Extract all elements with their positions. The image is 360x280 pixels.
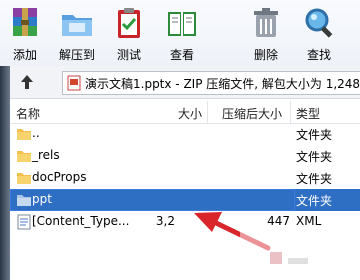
file-type: 文件夹 xyxy=(296,172,333,186)
file-name: _rels xyxy=(32,148,60,162)
watermark-logo xyxy=(240,230,360,280)
file-packed-size: 447 xyxy=(267,214,290,228)
up-arrow-icon[interactable] xyxy=(18,73,36,91)
archive-add-icon xyxy=(13,8,37,36)
view-button-label: 查看 xyxy=(169,48,194,62)
file-row[interactable]: _rels 文件夹 xyxy=(10,145,360,167)
book-view-icon xyxy=(168,12,196,36)
extract-to-button[interactable]: 解压到 xyxy=(52,2,102,64)
delete-button[interactable]: 删除 xyxy=(241,2,291,64)
toolbar: 添加 解压到 测试 查看 删除 查找 xyxy=(0,0,360,67)
file-name: docProps xyxy=(32,170,87,184)
folder-icon xyxy=(17,129,31,140)
view-button[interactable]: 查看 xyxy=(157,2,207,64)
archive-path-text: 演示文稿1.pptx - ZIP 压缩文件, 解包大小为 1,248, xyxy=(85,77,360,91)
file-type: 文件夹 xyxy=(296,128,333,142)
column-header-packed-size[interactable]: 压缩后大小 xyxy=(222,105,282,122)
folder-extract-icon xyxy=(62,15,92,36)
column-separator[interactable] xyxy=(290,101,291,123)
clipboard-test-icon xyxy=(118,8,140,38)
address-bar: 演示文稿1.pptx - ZIP 压缩文件, 解包大小为 1,248, xyxy=(10,66,360,99)
test-button[interactable]: 测试 xyxy=(104,2,154,64)
background-window-edge xyxy=(0,66,10,280)
file-type: 文件夹 xyxy=(296,194,333,208)
extract-to-button-label: 解压到 xyxy=(58,48,95,62)
add-button[interactable]: 添加 xyxy=(0,2,50,64)
file-name: [Content_Type... xyxy=(32,214,130,228)
magnifier-find-icon xyxy=(305,8,333,38)
file-name: .. xyxy=(32,126,40,140)
selection-focus-outline xyxy=(10,189,295,211)
xml-file-icon xyxy=(17,214,31,230)
folder-icon xyxy=(17,151,31,162)
column-header-size[interactable]: 大小 xyxy=(178,105,202,122)
add-button-label: 添加 xyxy=(12,48,37,62)
file-row[interactable]: .. 文件夹 xyxy=(10,123,360,145)
delete-button-label: 删除 xyxy=(253,48,278,62)
file-size: 3,2 xyxy=(155,214,175,228)
file-type: XML xyxy=(296,214,322,228)
find-button[interactable]: 查找 xyxy=(294,2,344,64)
test-button-label: 测试 xyxy=(116,48,141,62)
file-type: 文件夹 xyxy=(296,150,333,164)
file-list-header: 名称 大小 压缩后大小 类型 xyxy=(10,101,360,124)
pptx-file-icon xyxy=(67,75,81,91)
file-row[interactable]: docProps 文件夹 xyxy=(10,167,360,189)
column-header-type[interactable]: 类型 xyxy=(296,105,320,122)
trash-delete-icon xyxy=(254,8,278,37)
archive-path-field[interactable]: 演示文稿1.pptx - ZIP 压缩文件, 解包大小为 1,248, xyxy=(62,71,360,95)
folder-icon xyxy=(17,173,31,184)
column-separator[interactable] xyxy=(207,101,208,123)
find-button-label: 查找 xyxy=(306,48,331,62)
column-header-name[interactable]: 名称 xyxy=(16,105,40,122)
